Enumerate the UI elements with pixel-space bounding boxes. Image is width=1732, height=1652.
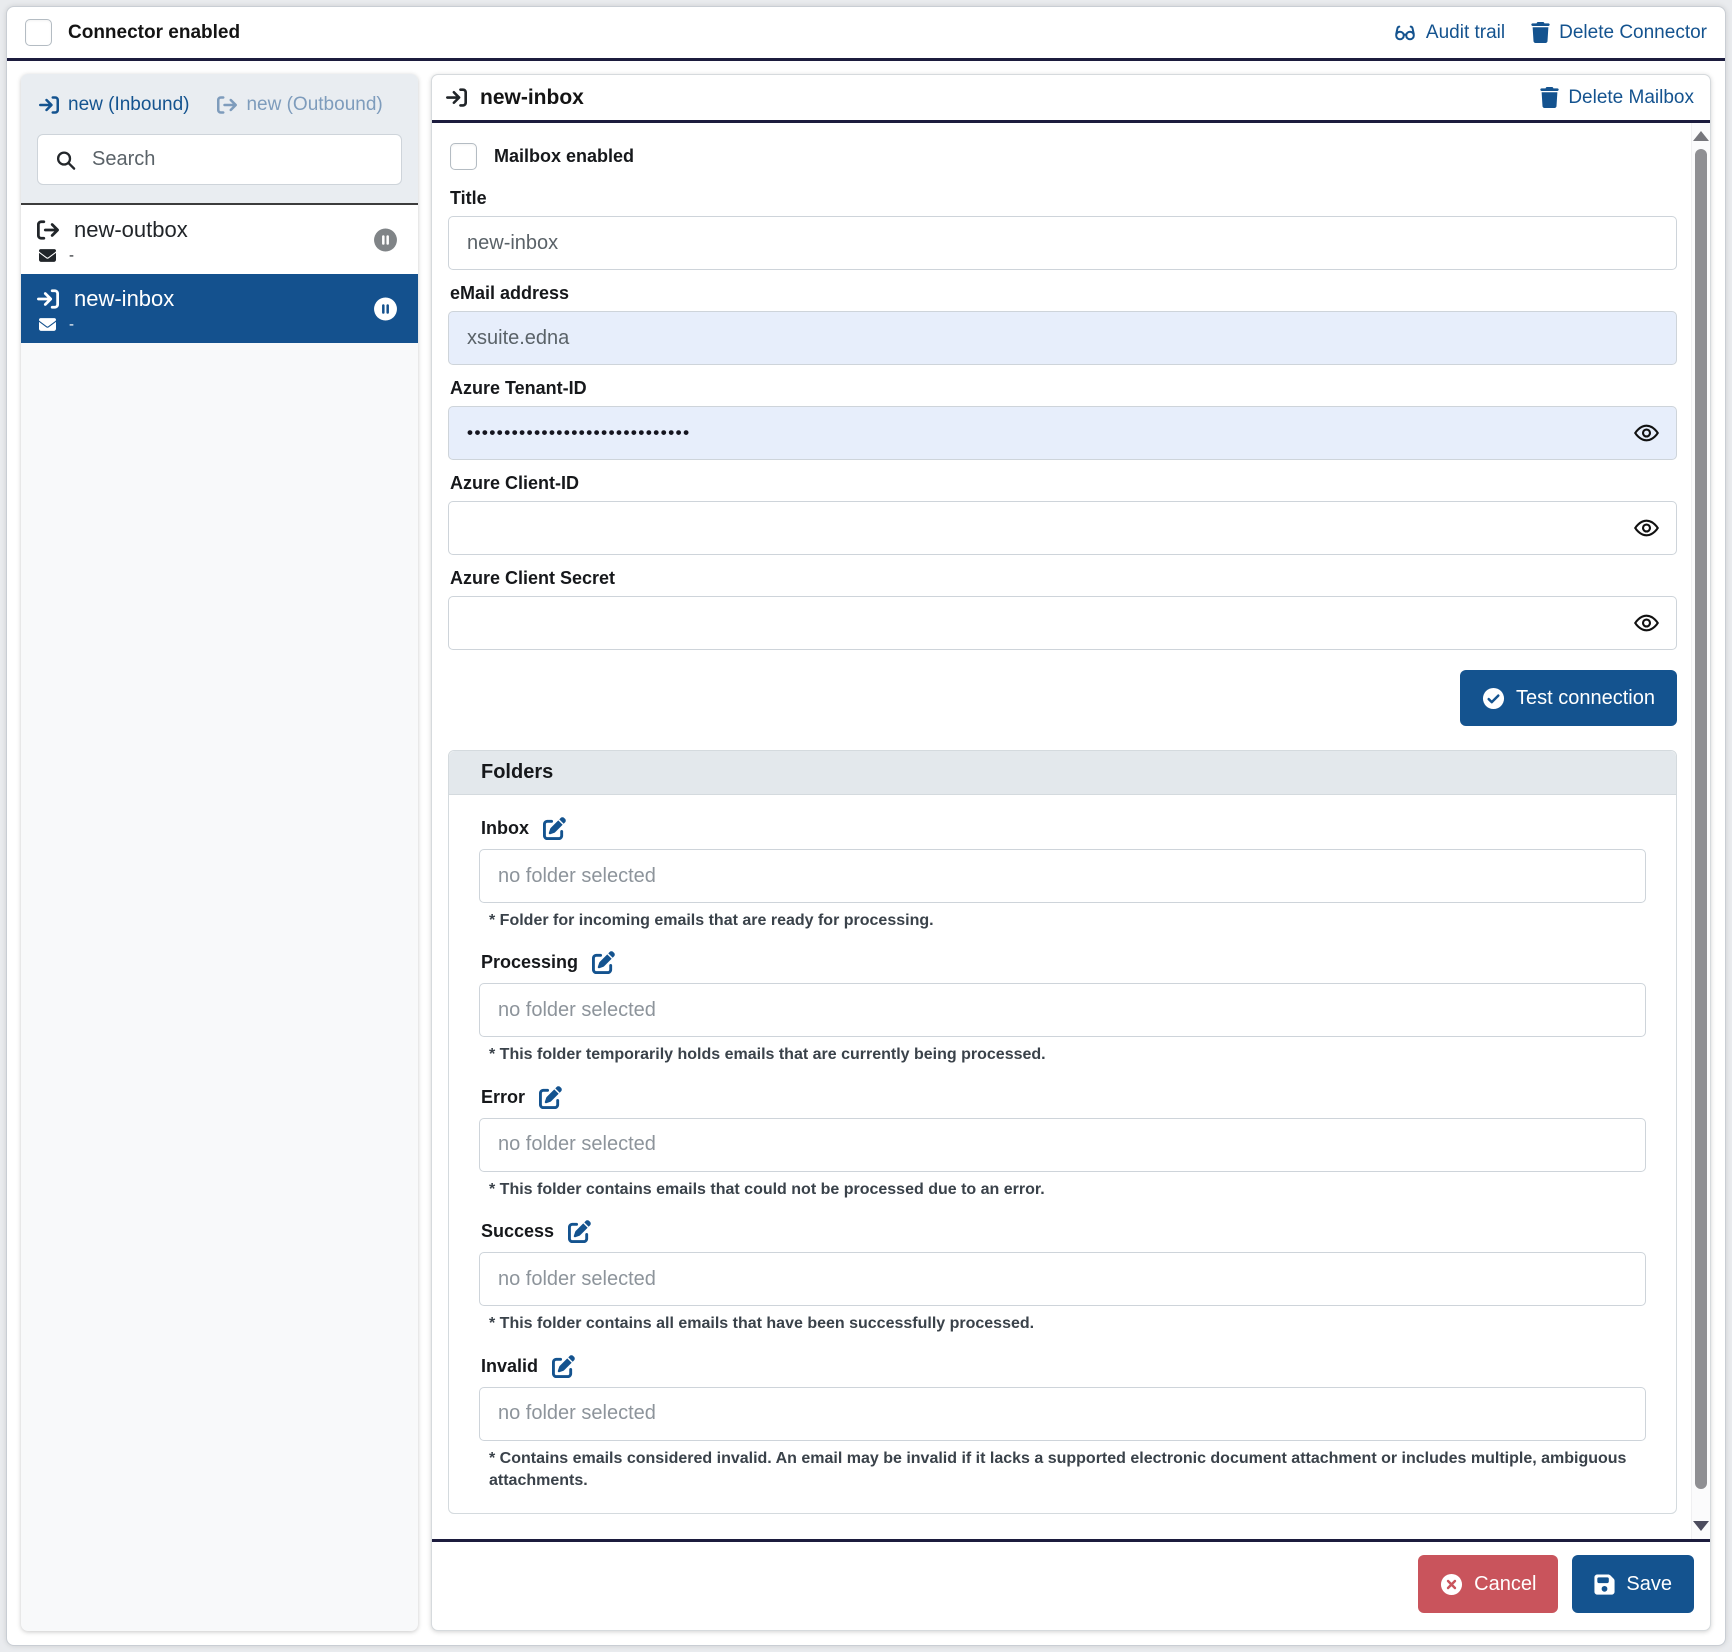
scroll-up-arrow-icon[interactable]	[1693, 131, 1709, 141]
inbox-folder-help: * Folder for incoming emails that are re…	[489, 910, 1646, 932]
pause-circle-icon[interactable]	[373, 296, 398, 321]
arrow-right-to-bracket-icon	[39, 95, 59, 115]
pause-circle-icon[interactable]	[373, 227, 398, 252]
arrow-right-to-bracket-icon	[446, 87, 467, 108]
floppy-disk-icon	[1594, 1573, 1615, 1596]
app-window: Connector enabled Audit trail De	[6, 6, 1726, 1646]
email-address-input[interactable]	[448, 311, 1677, 365]
sidebar-header: new (Inbound) new (Outbound)	[21, 74, 418, 205]
arrow-right-from-bracket-icon	[217, 95, 237, 115]
edit-folder-icon[interactable]	[552, 1355, 575, 1378]
title-label: Title	[450, 188, 1677, 209]
eye-icon[interactable]	[1633, 420, 1660, 447]
azure-tenant-id-input[interactable]	[448, 406, 1677, 460]
test-connection-button[interactable]: Test connection	[1460, 670, 1677, 726]
save-button[interactable]: Save	[1572, 1555, 1694, 1613]
azure-client-secret-field: Azure Client Secret	[448, 568, 1677, 650]
invalid-folder-help: * Contains emails considered invalid. An…	[489, 1448, 1646, 1493]
edit-folder-icon[interactable]	[568, 1220, 591, 1243]
folder-row-inbox: Inbox * Folder for incoming emails that …	[479, 817, 1646, 932]
envelope-icon	[39, 247, 56, 264]
folder-row-error: Error * This folder contains emails that…	[479, 1086, 1646, 1201]
inbox-folder-label: Inbox	[481, 818, 529, 839]
search-box	[37, 134, 402, 185]
azure-client-secret-label: Azure Client Secret	[450, 568, 1677, 589]
success-folder-label: Success	[481, 1221, 554, 1242]
error-folder-help: * This folder contains emails that could…	[489, 1179, 1646, 1201]
edit-folder-icon[interactable]	[543, 817, 566, 840]
eye-icon[interactable]	[1633, 515, 1660, 542]
cancel-button[interactable]: Cancel	[1418, 1555, 1558, 1613]
email-field: eMail address	[448, 283, 1677, 365]
azure-client-id-label: Azure Client-ID	[450, 473, 1677, 494]
arrow-right-from-bracket-icon	[37, 219, 59, 241]
processing-folder-label: Processing	[481, 952, 578, 973]
azure-tenant-id-label: Azure Tenant-ID	[450, 378, 1677, 399]
success-folder-help: * This folder contains all emails that h…	[489, 1313, 1646, 1335]
mailbox-list: new-outbox -	[21, 205, 418, 1631]
processing-folder-help: * This folder temporarily holds emails t…	[489, 1044, 1646, 1066]
invalid-folder-input[interactable]	[479, 1387, 1646, 1441]
folders-section: Folders Inbox * Folder for	[448, 750, 1677, 1514]
search-input[interactable]	[37, 134, 402, 185]
connector-enabled-label: Connector enabled	[68, 22, 240, 44]
mailbox-item-new-inbox[interactable]: new-inbox -	[21, 274, 418, 343]
success-folder-input[interactable]	[479, 1252, 1646, 1306]
eye-icon[interactable]	[1633, 610, 1660, 637]
folder-row-invalid: Invalid * Contains emails considered inv…	[479, 1355, 1646, 1493]
scroll-down-arrow-icon[interactable]	[1693, 1521, 1709, 1531]
mailbox-enabled-label: Mailbox enabled	[494, 146, 634, 167]
tab-new-outbound[interactable]: new (Outbound)	[217, 94, 382, 116]
trash-icon	[1531, 22, 1550, 43]
azure-client-secret-input[interactable]	[448, 596, 1677, 650]
form-footer: Cancel Save	[432, 1539, 1710, 1630]
error-folder-label: Error	[481, 1087, 525, 1108]
invalid-folder-label: Invalid	[481, 1356, 538, 1377]
error-folder-input[interactable]	[479, 1118, 1646, 1172]
mailbox-form: Mailbox enabled Title eMail address Azur…	[432, 123, 1691, 1539]
mailbox-title: new-inbox	[74, 286, 174, 312]
trash-icon	[1540, 87, 1559, 108]
azure-tenant-id-field: Azure Tenant-ID	[448, 378, 1677, 460]
check-circle-icon	[1482, 687, 1505, 710]
inbox-folder-input[interactable]	[479, 849, 1646, 903]
folder-row-processing: Processing * This folder temporarily hol…	[479, 951, 1646, 1066]
tab-new-inbound[interactable]: new (Inbound)	[39, 94, 189, 116]
title-input[interactable]	[448, 216, 1677, 270]
folder-row-success: Success * This folder contains all email…	[479, 1220, 1646, 1335]
mailbox-enabled-checkbox[interactable]	[450, 143, 477, 170]
connector-enabled-checkbox[interactable]	[25, 19, 52, 46]
folders-section-title: Folders	[449, 751, 1676, 795]
audit-trail-button[interactable]: Audit trail	[1393, 21, 1505, 45]
delete-connector-button[interactable]: Delete Connector	[1531, 22, 1707, 44]
edit-folder-icon[interactable]	[539, 1086, 562, 1109]
mailbox-title: new-outbox	[74, 217, 188, 243]
envelope-icon	[39, 316, 56, 333]
email-label: eMail address	[450, 283, 1677, 304]
scrollbar[interactable]	[1691, 123, 1710, 1539]
title-field: Title	[448, 188, 1677, 270]
mailbox-subtitle: -	[69, 316, 74, 333]
topbar: Connector enabled Audit trail De	[7, 7, 1725, 61]
mailbox-detail-panel: new-inbox Delete Mailbox Mailbox enabled	[431, 74, 1711, 1631]
azure-client-id-field: Azure Client-ID	[448, 473, 1677, 555]
edit-folder-icon[interactable]	[592, 951, 615, 974]
scrollbar-thumb[interactable]	[1695, 149, 1707, 1489]
x-circle-icon	[1440, 1573, 1463, 1596]
glasses-icon	[1393, 21, 1417, 45]
azure-client-id-input[interactable]	[448, 501, 1677, 555]
processing-folder-input[interactable]	[479, 983, 1646, 1037]
page-title: new-inbox	[480, 86, 584, 110]
arrow-right-to-bracket-icon	[37, 288, 59, 310]
mailbox-subtitle: -	[69, 247, 74, 264]
mailbox-sidebar: new (Inbound) new (Outbound)	[21, 74, 418, 1631]
panel-header: new-inbox Delete Mailbox	[432, 75, 1710, 123]
delete-mailbox-button[interactable]: Delete Mailbox	[1540, 87, 1694, 109]
search-icon	[54, 148, 77, 171]
mailbox-item-new-outbox[interactable]: new-outbox -	[21, 205, 418, 274]
